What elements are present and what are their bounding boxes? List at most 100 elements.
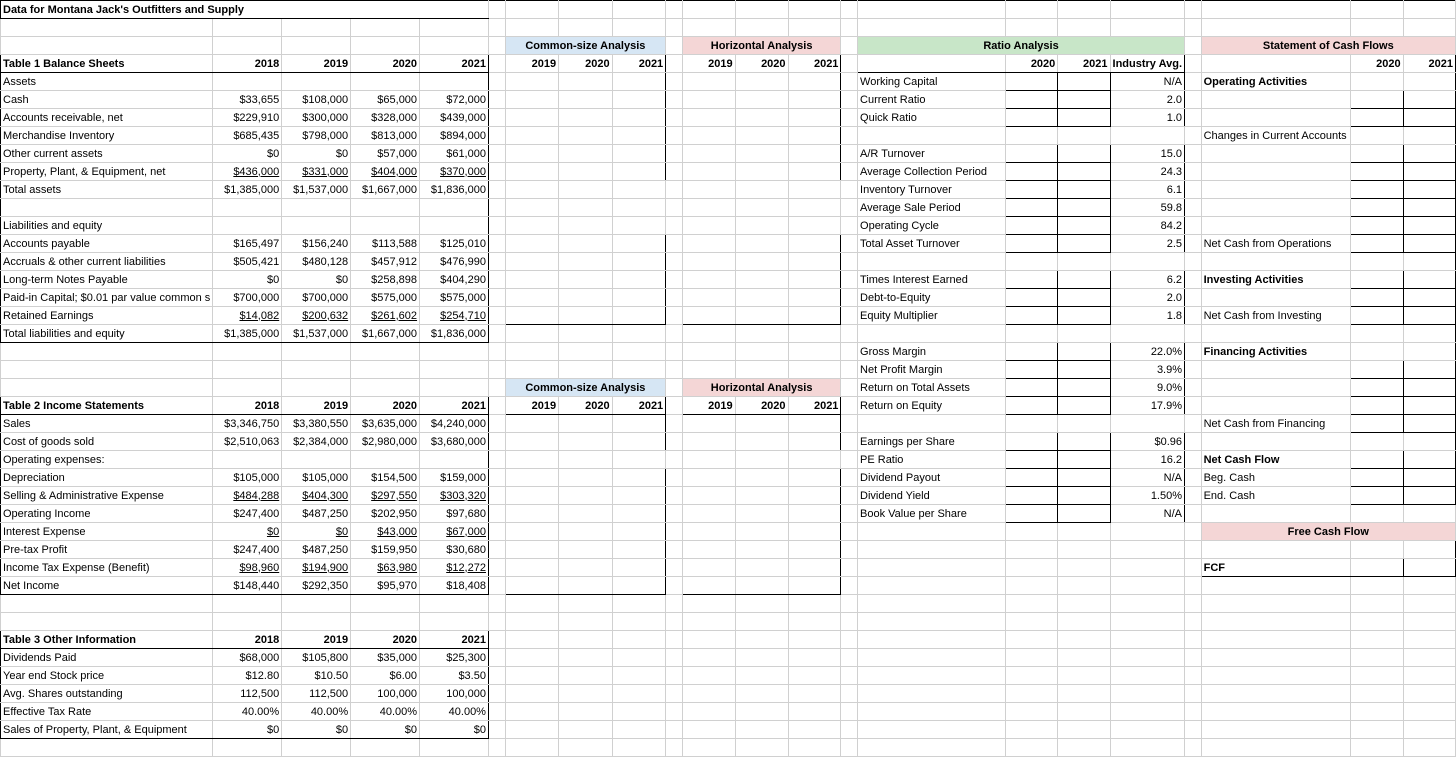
- val-intexp-2[interactable]: $43,000: [351, 523, 420, 541]
- cell-r13-c10[interactable]: [682, 235, 735, 253]
- ratio-roe[interactable]: Return on Equity: [858, 397, 1006, 415]
- cell-r0-c9[interactable]: [666, 1, 683, 19]
- val-dep-2[interactable]: $154,500: [351, 469, 420, 487]
- cell-r31-c12[interactable]: [788, 559, 841, 577]
- cell-r33-c5[interactable]: [488, 595, 505, 613]
- cell-r5-c10[interactable]: [682, 91, 735, 109]
- table3-year-1[interactable]: 2019: [282, 631, 351, 649]
- cell-r7-c21[interactable]: [1403, 127, 1455, 145]
- cell-r0-c7[interactable]: [559, 1, 613, 19]
- cell-r20-c0[interactable]: [1, 361, 213, 379]
- cell-r26-c13[interactable]: [841, 469, 858, 487]
- cell-r41-c20[interactable]: [1351, 739, 1403, 757]
- cell-r2-c1[interactable]: [213, 37, 282, 55]
- cell-r29-c13[interactable]: [841, 523, 858, 541]
- cell-r32-c18[interactable]: [1185, 577, 1202, 595]
- cell-r16-c10[interactable]: [682, 289, 735, 307]
- cell-r34-c1[interactable]: [213, 613, 282, 631]
- cell-r24-c5[interactable]: [488, 433, 505, 451]
- cell-r7-c11[interactable]: [735, 127, 788, 145]
- cell-r16-c15[interactable]: [1006, 289, 1058, 307]
- val-shares-1[interactable]: 112,500: [282, 685, 351, 703]
- cell-r20-c9[interactable]: [666, 361, 683, 379]
- val-ltn-1[interactable]: $0: [282, 271, 351, 289]
- cell-r36-c15[interactable]: [1006, 649, 1058, 667]
- cell-r28-c16[interactable]: [1058, 505, 1110, 523]
- cell-r41-c0[interactable]: [1, 739, 213, 757]
- cell-r4-c1[interactable]: [213, 73, 282, 91]
- cell-r33-c4[interactable]: [420, 595, 489, 613]
- cell-r37-c16[interactable]: [1058, 667, 1110, 685]
- cell-r6-c12[interactable]: [788, 109, 841, 127]
- cell-r34-c20[interactable]: [1351, 613, 1403, 631]
- cell-r19-c20[interactable]: [1351, 343, 1403, 361]
- cell-r32-c21[interactable]: [1403, 577, 1455, 595]
- cell-r34-c10[interactable]: [682, 613, 735, 631]
- cell-r19-c11[interactable]: [735, 343, 788, 361]
- cell-r33-c20[interactable]: [1351, 595, 1403, 613]
- cell-r25-c21[interactable]: [1403, 451, 1455, 469]
- cell-r23-c18[interactable]: [1185, 415, 1202, 433]
- val-saleppe-0[interactable]: $0: [213, 721, 282, 739]
- cell-r26-c21[interactable]: [1403, 469, 1455, 487]
- cell-r26-c9[interactable]: [666, 469, 683, 487]
- val-ar-0[interactable]: $229,910: [213, 109, 282, 127]
- cf-ncfi[interactable]: Net Cash from Investing: [1201, 307, 1351, 325]
- cell-r18-c19[interactable]: [1201, 325, 1351, 343]
- cell-r5-c6[interactable]: [505, 91, 559, 109]
- cell-r34-c5[interactable]: [488, 613, 505, 631]
- cell-r10-c10[interactable]: [682, 181, 735, 199]
- cell-r31-c13[interactable]: [841, 559, 858, 577]
- cell-r27-c9[interactable]: [666, 487, 683, 505]
- cell-r32-c12[interactable]: [788, 577, 841, 595]
- cell-r18-c7[interactable]: [559, 325, 613, 343]
- val-ni-2[interactable]: $95,970: [351, 577, 420, 595]
- cell-r41-c1[interactable]: [213, 739, 282, 757]
- cell-r10-c6[interactable]: [505, 181, 559, 199]
- cell-r18-c10[interactable]: [682, 325, 735, 343]
- cell-r30-c18[interactable]: [1185, 541, 1202, 559]
- cell-r35-c21[interactable]: [1403, 631, 1455, 649]
- header-cashflow[interactable]: Statement of Cash Flows: [1201, 37, 1455, 55]
- val-cash-3[interactable]: $72,000: [420, 91, 489, 109]
- val-saleppe-1[interactable]: $0: [282, 721, 351, 739]
- cell-r27-c12[interactable]: [788, 487, 841, 505]
- cell-r9-c19[interactable]: [1201, 163, 1351, 181]
- val-pretax-3[interactable]: $30,680: [420, 541, 489, 559]
- cell-r22-c18[interactable]: [1185, 397, 1202, 415]
- cell-r24-c16[interactable]: [1058, 433, 1110, 451]
- page-title[interactable]: Data for Montana Jack's Outfitters and S…: [1, 1, 489, 19]
- cell-r37-c9[interactable]: [666, 667, 683, 685]
- cell-r36-c12[interactable]: [788, 649, 841, 667]
- cell-r11-c16[interactable]: [1058, 199, 1110, 217]
- cell-r20-c2[interactable]: [282, 361, 351, 379]
- cell-r17-c11[interactable]: [735, 307, 788, 325]
- cell-r26-c18[interactable]: [1185, 469, 1202, 487]
- cell-r7-c7[interactable]: [559, 127, 613, 145]
- cell-r19-c3[interactable]: [351, 343, 420, 361]
- cell-r9-c11[interactable]: [735, 163, 788, 181]
- cell-r29-c14[interactable]: [858, 523, 1006, 541]
- cell-r34-c18[interactable]: [1185, 613, 1202, 631]
- val-re-1[interactable]: $200,632: [282, 307, 351, 325]
- cell-r35-c18[interactable]: [1185, 631, 1202, 649]
- cell-r38-c12[interactable]: [788, 685, 841, 703]
- cell-r16-c13[interactable]: [841, 289, 858, 307]
- cell-r1-c21[interactable]: [1403, 19, 1455, 37]
- cell-r38-c11[interactable]: [735, 685, 788, 703]
- cell-r21-c4[interactable]: [420, 379, 489, 397]
- row-intexp[interactable]: Interest Expense: [1, 523, 213, 541]
- val-pretax-0[interactable]: $247,400: [213, 541, 282, 559]
- cell-r6-c7[interactable]: [559, 109, 613, 127]
- cell-r12-c9[interactable]: [666, 217, 683, 235]
- cell-r10-c7[interactable]: [559, 181, 613, 199]
- cell-r6-c20[interactable]: [1351, 109, 1403, 127]
- val-acc-1[interactable]: $480,128: [282, 253, 351, 271]
- cell-r16-c21[interactable]: [1403, 289, 1455, 307]
- cell-r39-c12[interactable]: [788, 703, 841, 721]
- cell-r16-c12[interactable]: [788, 289, 841, 307]
- cell-r17-c21[interactable]: [1403, 307, 1455, 325]
- industry-avg-header[interactable]: Industry Avg.: [1110, 55, 1184, 73]
- val-div-1[interactable]: $105,800: [282, 649, 351, 667]
- cell-r33-c17[interactable]: [1110, 595, 1184, 613]
